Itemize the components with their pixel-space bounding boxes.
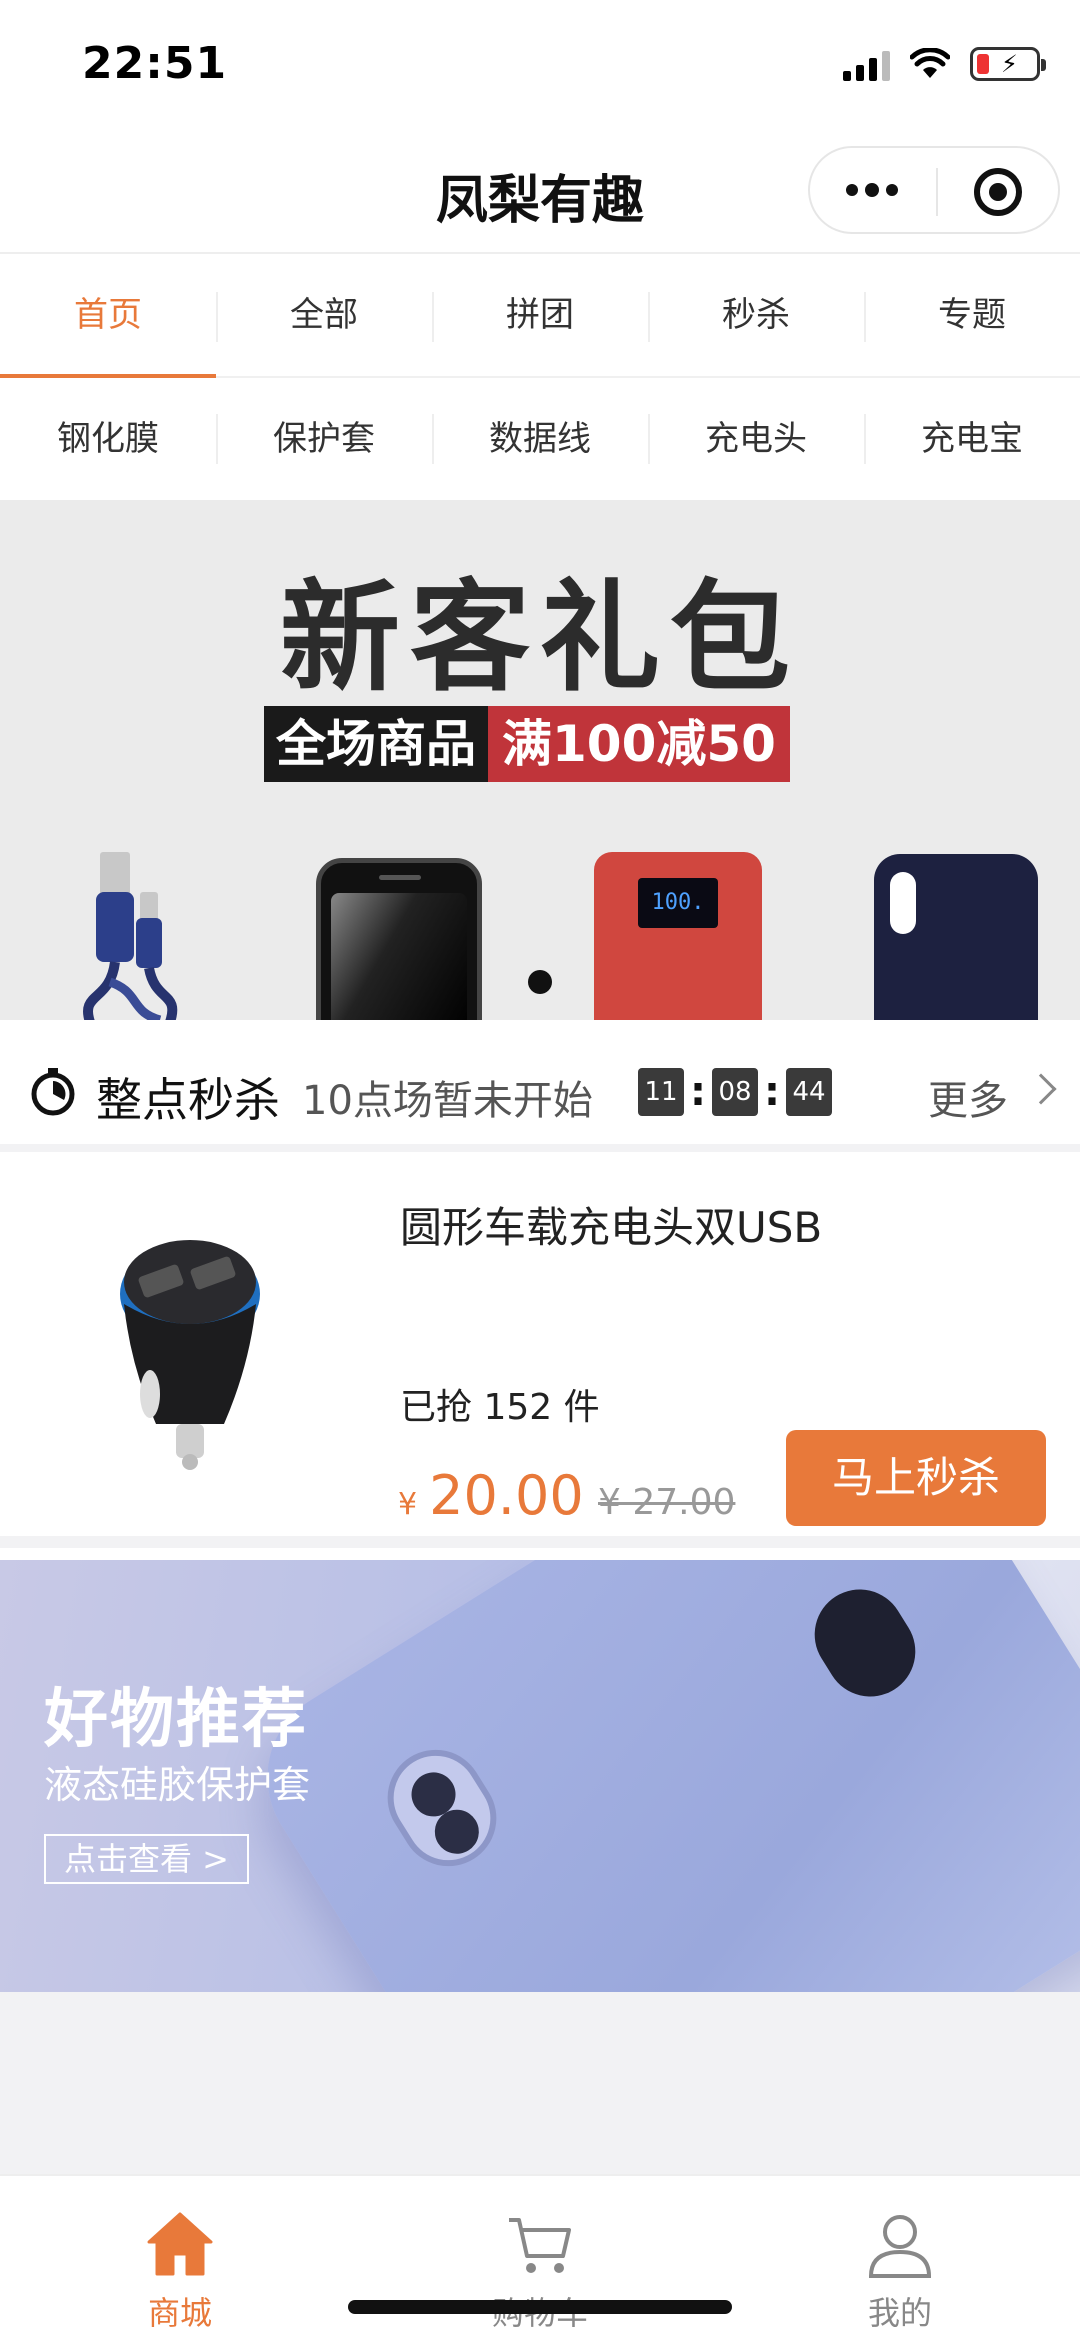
hero-banner[interactable]: 新客礼包 全场商品 满100减50 100. [0, 500, 1080, 1020]
countdown-seconds: 44 [786, 1068, 832, 1116]
category-row: 钢化膜 保护套 数据线 充电头 充电宝 [0, 378, 1080, 500]
price-value: 20.00 [429, 1464, 584, 1527]
countdown: 11 : 08 : 44 [638, 1068, 832, 1116]
signal-icon [843, 47, 890, 81]
tabbar-item-store[interactable]: 商城 [0, 2176, 360, 2339]
title-bar: 凤梨有趣 [0, 130, 1080, 254]
more-options-icon[interactable] [846, 183, 898, 197]
product-price: ¥ 20.00 [398, 1464, 584, 1527]
hero-title: 新客礼包 [280, 569, 800, 708]
tabbar-label-profile: 我的 [867, 2294, 932, 2332]
bottom-tab-bar: 商城 购物车 我的 [0, 2174, 1080, 2339]
tab-all[interactable]: 全部 [216, 256, 432, 376]
silicone-case-image [233, 1560, 1080, 1992]
view-details-button[interactable]: 点击查看 > [44, 1834, 249, 1884]
category-power-bank[interactable]: 充电宝 [864, 378, 1080, 500]
product-name[interactable]: 圆形车载充电头双USB [400, 1194, 822, 1255]
flash-sale-bar: 整点秒杀 10点场暂未开始 11 : 08 : 44 更多 [0, 1034, 1080, 1152]
status-time: 22:51 [82, 38, 228, 89]
flash-sale-subtitle: 10点场暂未开始 [302, 1078, 593, 1124]
cable-image [83, 852, 178, 1020]
phone-case-image [874, 854, 1038, 1020]
recommend-title: 好物推荐 [44, 1683, 308, 1757]
cart-icon [509, 2218, 571, 2273]
status-bar: 22:51 ⚡ [0, 0, 1080, 130]
product-sold-count: 已抢 152 件 [400, 1387, 600, 1428]
car-charger-image [120, 1240, 260, 1470]
category-charger[interactable]: 充电头 [648, 378, 864, 500]
tabbar-label-store: 商城 [147, 2294, 212, 2332]
tab-home[interactable]: 首页 [0, 256, 216, 378]
page-background [0, 1992, 1080, 2174]
status-icons: ⚡ [843, 44, 1046, 84]
countdown-minutes: 08 [712, 1068, 758, 1116]
tabbar-item-cart[interactable]: 购物车 [360, 2176, 720, 2339]
power-bank-image: 100. [594, 852, 762, 1020]
main-tabs: 首页 全部 拼团 秒杀 专题 [0, 256, 1080, 378]
flash-sale-title: 整点秒杀 [96, 1073, 280, 1127]
wifi-icon [910, 48, 950, 78]
recommend-subtitle: 液态硅胶保护套 [44, 1763, 311, 1807]
tab-topics[interactable]: 专题 [864, 256, 1080, 376]
product-original-price: ¥ 27.00 [598, 1482, 736, 1523]
promo-right: 满100减50 [488, 706, 790, 782]
user-icon [868, 2215, 932, 2278]
countdown-separator: : [690, 1069, 706, 1115]
home-icon [147, 2212, 213, 2276]
flash-sale-more-link[interactable]: 更多 [928, 1068, 1008, 1126]
flash-sale-product[interactable]: 圆形车载充电头双USB 已抢 152 件 ¥ 20.00 ¥ 27.00 马上秒… [0, 1152, 1080, 1548]
power-bank-display: 100. [638, 878, 718, 928]
hero-promo: 全场商品 满100减50 [264, 706, 790, 782]
tab-group-buy[interactable]: 拼团 [432, 256, 648, 376]
category-phone-case[interactable]: 保护套 [216, 378, 432, 500]
category-screen-protector[interactable]: 钢化膜 [0, 378, 216, 500]
countdown-separator: : [764, 1069, 780, 1115]
tabbar-item-profile[interactable]: 我的 [720, 2176, 1080, 2339]
stopwatch-icon [31, 1068, 75, 1116]
tab-flash-sale[interactable]: 秒杀 [648, 256, 864, 376]
carousel-indicator[interactable] [528, 970, 552, 994]
category-data-cable[interactable]: 数据线 [432, 378, 648, 500]
promo-left: 全场商品 [264, 706, 488, 782]
buy-now-button[interactable]: 马上秒杀 [786, 1430, 1046, 1526]
capsule-divider [936, 168, 938, 216]
close-mini-program-icon[interactable] [974, 168, 1022, 216]
chevron-right-icon[interactable] [1025, 1073, 1057, 1105]
battery-icon: ⚡ [970, 47, 1046, 81]
price-currency: ¥ [398, 1487, 418, 1522]
countdown-hours: 11 [638, 1068, 684, 1116]
recommend-banner[interactable]: 好物推荐 液态硅胶保护套 点击查看 > [0, 1560, 1080, 1992]
phone-image [316, 858, 482, 1020]
home-indicator[interactable] [348, 2300, 732, 2314]
mini-program-capsule [808, 146, 1060, 234]
